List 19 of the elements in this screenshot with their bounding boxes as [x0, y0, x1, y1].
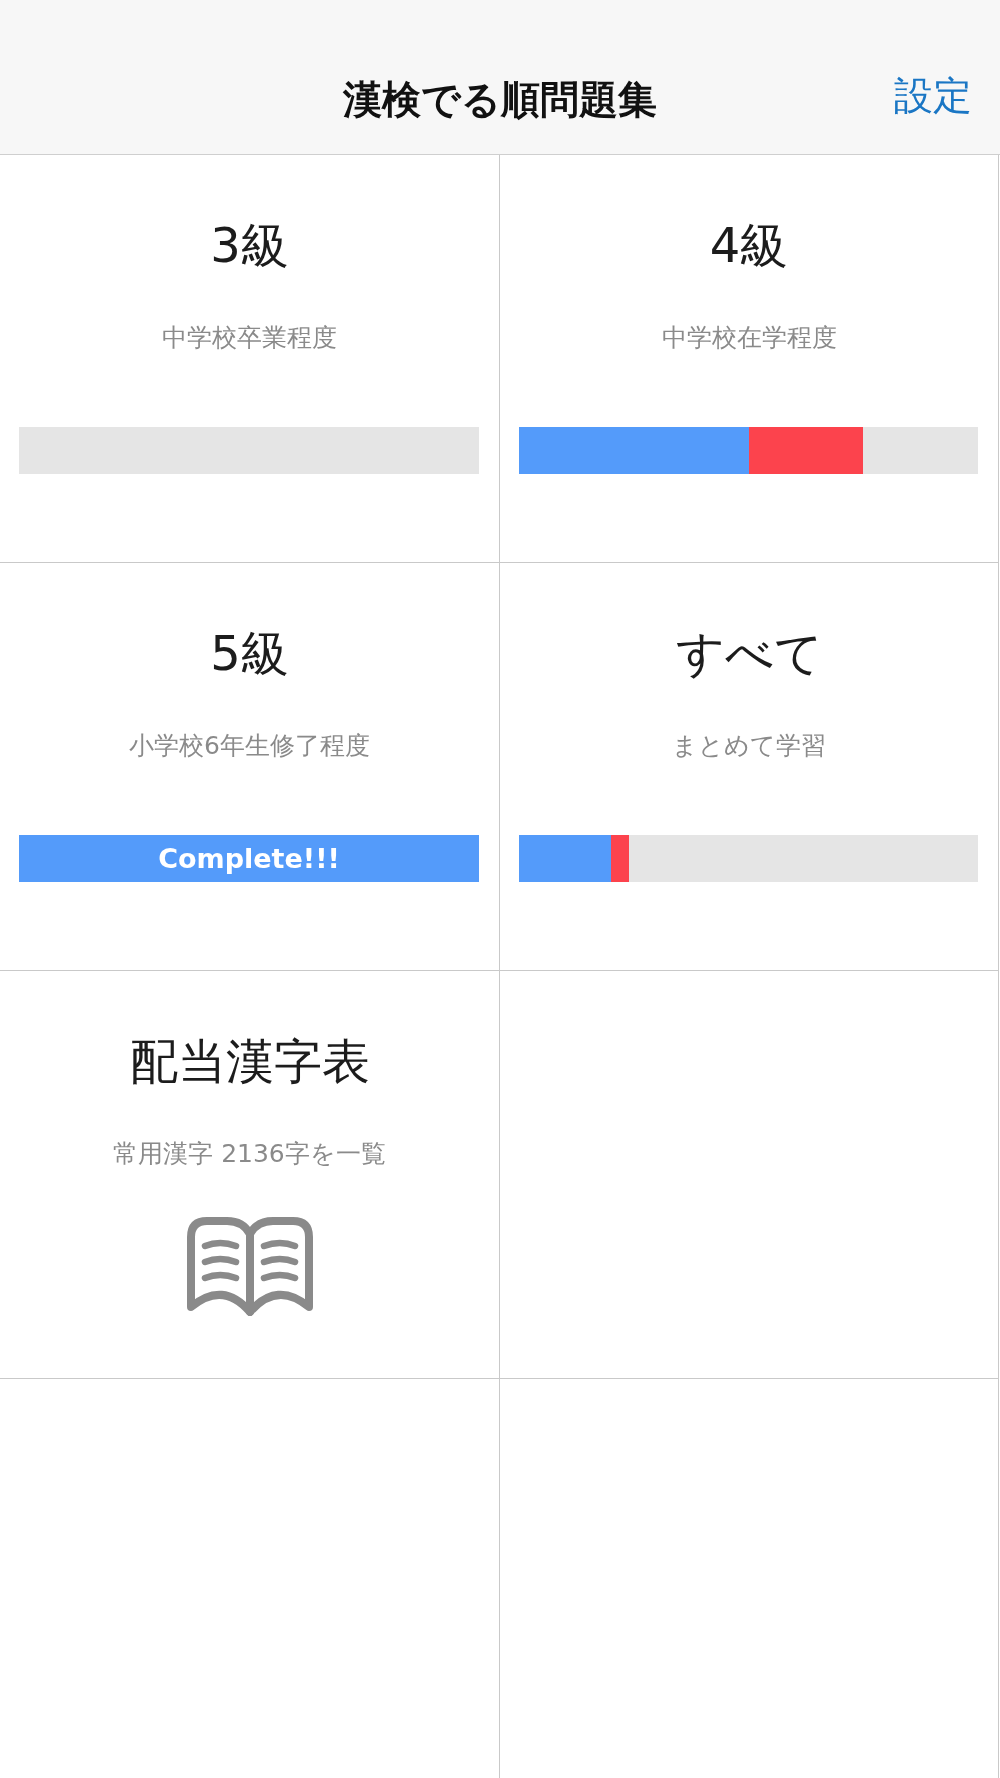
tile-title: 4級 [709, 216, 789, 274]
app-title: 漢検でる順問題集 [343, 76, 657, 124]
complete-banner: Complete!!! [19, 835, 479, 882]
tile-title: すべて [675, 624, 823, 682]
tile-subtitle: 常用漢字 2136字を一覧 [113, 1138, 386, 1170]
tile-subtitle: 中学校在学程度 [661, 322, 837, 354]
open-book-icon [186, 1216, 313, 1316]
tile-subtitle: まとめて学習 [672, 730, 826, 762]
menu-tile[interactable]: 3級 中学校卒業程度 [0, 155, 500, 563]
tile-subtitle: 中学校卒業程度 [162, 322, 337, 354]
tile-subtitle: 小学校6年生修了程度 [129, 730, 370, 762]
menu-tile[interactable]: すべて まとめて学習 [500, 563, 999, 971]
tile-title: 5級 [210, 624, 289, 682]
tile-title: 3級 [210, 216, 289, 274]
menu-tile[interactable]: 5級 小学校6年生修了程度 Complete!!! [0, 563, 500, 971]
menu-tile[interactable]: 4級 中学校在学程度 [500, 155, 999, 563]
settings-button[interactable]: 設定 [894, 73, 972, 120]
tile-title: 配当漢字表 [129, 1032, 370, 1090]
menu-tile[interactable]: 配当漢字表 常用漢字 2136字を一覧 [0, 971, 500, 1379]
